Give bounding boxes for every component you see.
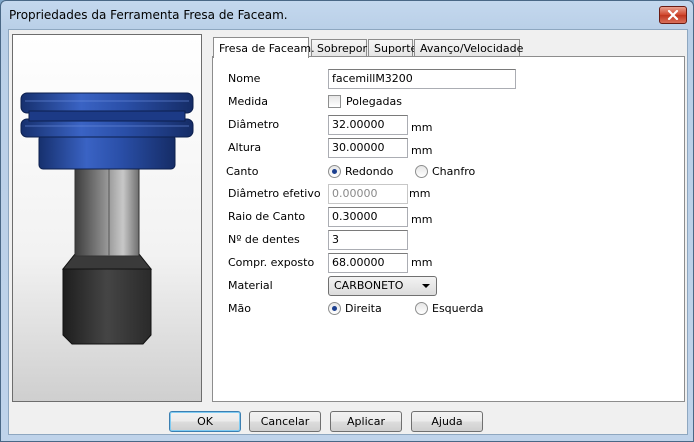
diameter-unit: mm — [411, 121, 433, 134]
material-dropdown[interactable]: CARBONETO — [328, 276, 437, 296]
teeth-label: Nº de dentes — [228, 233, 300, 246]
hand-label: Mão — [228, 302, 251, 315]
corner-label: Canto — [226, 165, 259, 178]
corner-chamfer-radio[interactable] — [415, 165, 428, 178]
tab-face-mill[interactable]: Fresa de Faceam. — [213, 37, 315, 58]
corner-radius-unit: mm — [411, 213, 433, 226]
corner-radius-field[interactable]: 0.30000 — [328, 207, 408, 227]
measure-label: Medida — [228, 95, 269, 108]
exposed-length-field[interactable]: 68.00000 — [328, 253, 408, 273]
corner-chamfer-label: Chanfro — [432, 165, 476, 178]
tab-strip: Fresa de Faceam. Sobrepor Suporte Avanço… — [213, 37, 683, 58]
height-label: Altura — [228, 141, 262, 154]
exposed-length-label: Compr. exposto — [228, 256, 315, 269]
tab-feed-speed[interactable]: Avanço/Velocidade — [414, 39, 523, 57]
corner-round-label: Redondo — [345, 165, 394, 178]
tab-panel-face-mill: Nome facemillM3200 Medida Polegadas Diâm… — [212, 56, 685, 402]
close-button[interactable] — [659, 6, 687, 24]
name-label: Nome — [228, 72, 261, 85]
corner-round-radio[interactable] — [328, 165, 341, 178]
title-bar[interactable]: Propriedades da Ferramenta Fresa de Face… — [1, 1, 693, 29]
dialog-client-area: Fresa de Faceam. Sobrepor Suporte Avanço… — [8, 29, 688, 435]
diameter-label: Diâmetro — [228, 118, 280, 131]
exposed-length-unit: mm — [411, 256, 433, 269]
window-title: Propriedades da Ferramenta Fresa de Face… — [9, 8, 288, 22]
inches-checkbox-label: Polegadas — [346, 95, 402, 108]
hand-right-label: Direita — [345, 302, 382, 315]
help-button[interactable]: Ajuda — [411, 411, 483, 432]
teeth-field[interactable]: 3 — [328, 230, 408, 250]
height-field[interactable]: 30.00000 — [328, 138, 408, 158]
apply-button[interactable]: Aplicar — [330, 411, 402, 432]
chevron-down-icon — [422, 284, 430, 288]
tool-preview — [12, 34, 202, 402]
material-selected-value: CARBONETO — [334, 279, 404, 292]
cancel-button[interactable]: Cancelar — [249, 411, 321, 432]
close-icon — [667, 10, 679, 20]
inches-checkbox[interactable] — [328, 95, 341, 108]
material-label: Material — [228, 279, 273, 292]
hand-right-radio[interactable] — [328, 302, 341, 315]
face-mill-tool-illustration — [20, 92, 194, 345]
height-unit: mm — [411, 144, 433, 157]
diameter-field[interactable]: 32.00000 — [328, 115, 408, 135]
hand-left-label: Esquerda — [432, 302, 484, 315]
hand-left-radio[interactable] — [415, 302, 428, 315]
effective-diameter-unit: mm — [409, 187, 431, 200]
tab-holder[interactable]: Suporte — [368, 39, 417, 57]
effective-diameter-field: 0.00000 — [328, 184, 408, 204]
tab-overlap[interactable]: Sobrepor — [311, 39, 367, 57]
ok-button[interactable]: OK — [169, 411, 241, 432]
effective-diameter-label: Diâmetro efetivo — [228, 187, 321, 200]
name-field[interactable]: facemillM3200 — [328, 69, 516, 89]
corner-radius-label: Raio de Canto — [228, 210, 306, 223]
dialog-window: Propriedades da Ferramenta Fresa de Face… — [0, 0, 694, 442]
